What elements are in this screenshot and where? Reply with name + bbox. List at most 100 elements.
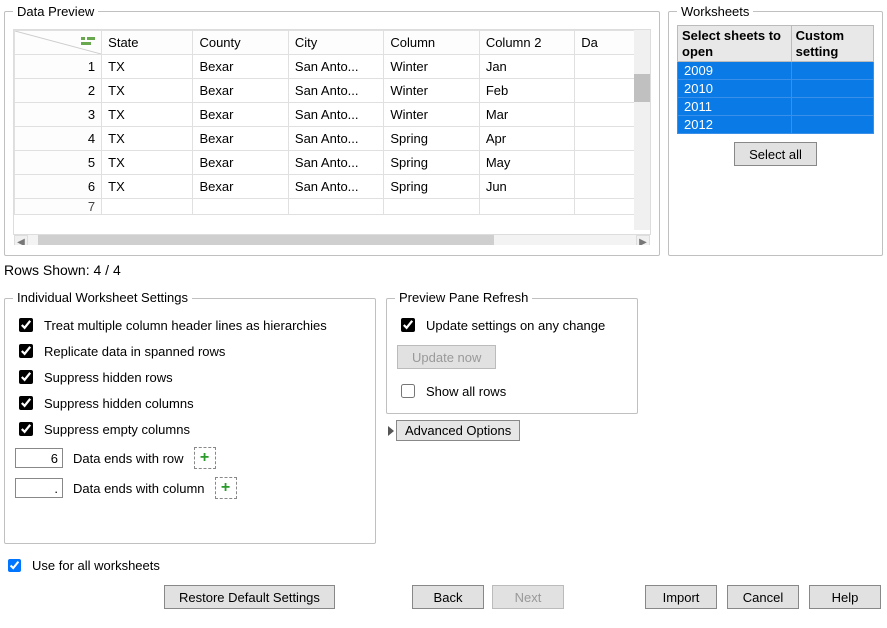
row-number: 1 <box>15 55 102 79</box>
cell[interactable]: TX <box>102 103 193 127</box>
col-header-city[interactable]: City <box>288 31 383 55</box>
table-row[interactable]: 5TXBexarSan Anto...SpringMay <box>15 151 650 175</box>
cell[interactable]: Bexar <box>193 55 288 79</box>
data-ends-col-input[interactable] <box>15 478 63 498</box>
cell[interactable]: Apr <box>479 127 574 151</box>
suppress-hidden-cols-checkbox[interactable] <box>19 396 33 410</box>
cell[interactable]: Spring <box>384 151 479 175</box>
data-ends-row-input[interactable] <box>15 448 63 468</box>
data-preview-group: Data Preview <box>4 4 660 256</box>
scroll-left-icon[interactable]: ◀ <box>14 235 28 245</box>
worksheet-name[interactable]: 2012 <box>678 116 792 134</box>
table-row[interactable]: 4TXBexarSan Anto...SpringApr <box>15 127 650 151</box>
cell[interactable]: Bexar <box>193 127 288 151</box>
suppress-empty-cols-label: Suppress empty columns <box>44 422 190 437</box>
chevron-right-icon <box>388 426 394 436</box>
suppress-hidden-cols-row[interactable]: Suppress hidden columns <box>15 393 365 413</box>
cell[interactable]: Winter <box>384 103 479 127</box>
suppress-hidden-rows-label: Suppress hidden rows <box>44 370 173 385</box>
cell[interactable]: Jan <box>479 55 574 79</box>
cell[interactable]: May <box>479 151 574 175</box>
cell[interactable]: Winter <box>384 79 479 103</box>
worksheet-row[interactable]: 2010 <box>678 80 874 98</box>
suppress-hidden-rows-checkbox[interactable] <box>19 370 33 384</box>
cell[interactable]: TX <box>102 151 193 175</box>
table-row[interactable]: 1TXBexarSan Anto...WinterJan <box>15 55 650 79</box>
cell[interactable]: Bexar <box>193 151 288 175</box>
cell[interactable]: Bexar <box>193 175 288 199</box>
iws-legend: Individual Worksheet Settings <box>13 290 192 305</box>
treat-hierarchies-checkbox[interactable] <box>19 318 33 332</box>
show-all-rows-row[interactable]: Show all rows <box>397 381 627 401</box>
cell[interactable]: San Anto... <box>288 103 383 127</box>
grid-horizontal-scrollbar[interactable]: ◀ ▶ <box>14 235 650 245</box>
advanced-options-toggle[interactable]: Advanced Options <box>386 420 638 441</box>
replicate-spanned-row[interactable]: Replicate data in spanned rows <box>15 341 365 361</box>
plus-icon[interactable]: + <box>194 447 216 469</box>
select-all-button[interactable]: Select all <box>734 142 817 166</box>
col-header-county[interactable]: County <box>193 31 288 55</box>
row-number: 2 <box>15 79 102 103</box>
preview-pane-refresh-group: Preview Pane Refresh Update settings on … <box>386 298 638 414</box>
cell[interactable]: TX <box>102 175 193 199</box>
cell[interactable]: TX <box>102 127 193 151</box>
cell[interactable]: TX <box>102 79 193 103</box>
row-number: 7 <box>15 199 102 215</box>
cell[interactable]: Jun <box>479 175 574 199</box>
cell[interactable]: Feb <box>479 79 574 103</box>
update-on-change-row[interactable]: Update settings on any change <box>397 315 627 335</box>
suppress-empty-cols-row[interactable]: Suppress empty columns <box>15 419 365 439</box>
cell[interactable]: Winter <box>384 55 479 79</box>
table-row[interactable]: 3TXBexarSan Anto...WinterMar <box>15 103 650 127</box>
restore-defaults-button[interactable]: Restore Default Settings <box>164 585 335 609</box>
cell[interactable]: San Anto... <box>288 127 383 151</box>
use-for-all-row[interactable]: Use for all worksheets <box>4 556 883 575</box>
worksheet-row[interactable]: 2011 <box>678 98 874 116</box>
col-header-column2[interactable]: Column 2 <box>479 31 574 55</box>
table-row[interactable]: 7 <box>15 199 650 215</box>
cell[interactable]: Mar <box>479 103 574 127</box>
update-on-change-checkbox[interactable] <box>401 318 415 332</box>
cancel-button[interactable]: Cancel <box>727 585 799 609</box>
grid-vertical-scrollbar[interactable] <box>634 30 650 230</box>
scroll-right-icon[interactable]: ▶ <box>636 235 650 245</box>
cell[interactable]: San Anto... <box>288 151 383 175</box>
back-button[interactable]: Back <box>412 585 484 609</box>
worksheet-custom[interactable] <box>791 98 873 116</box>
col-header-state[interactable]: State <box>102 31 193 55</box>
advanced-options-label[interactable]: Advanced Options <box>396 420 520 441</box>
show-all-rows-checkbox[interactable] <box>401 384 415 398</box>
row-number: 5 <box>15 151 102 175</box>
plus-icon[interactable]: + <box>215 477 237 499</box>
worksheet-row[interactable]: 2009 <box>678 62 874 80</box>
worksheet-name[interactable]: 2009 <box>678 62 792 80</box>
worksheet-custom[interactable] <box>791 116 873 134</box>
suppress-empty-cols-checkbox[interactable] <box>19 422 33 436</box>
worksheet-custom[interactable] <box>791 62 873 80</box>
suppress-hidden-rows-row[interactable]: Suppress hidden rows <box>15 367 365 387</box>
cell[interactable]: Bexar <box>193 79 288 103</box>
data-preview-grid[interactable]: State County City Column Column 2 Da 1TX… <box>13 29 651 235</box>
cell[interactable]: TX <box>102 55 193 79</box>
cell[interactable]: Spring <box>384 127 479 151</box>
replicate-spanned-checkbox[interactable] <box>19 344 33 358</box>
worksheet-name[interactable]: 2010 <box>678 80 792 98</box>
row-number: 3 <box>15 103 102 127</box>
worksheets-col-select: Select sheets to open <box>678 26 792 62</box>
cell[interactable]: Bexar <box>193 103 288 127</box>
import-button[interactable]: Import <box>645 585 717 609</box>
worksheets-table[interactable]: Select sheets to open Custom setting 200… <box>677 25 874 134</box>
cell[interactable]: San Anto... <box>288 79 383 103</box>
table-row[interactable]: 2TXBexarSan Anto...WinterFeb <box>15 79 650 103</box>
col-header-column[interactable]: Column <box>384 31 479 55</box>
table-row[interactable]: 6TXBexarSan Anto...SpringJun <box>15 175 650 199</box>
treat-hierarchies-row[interactable]: Treat multiple column header lines as hi… <box>15 315 365 335</box>
cell[interactable]: Spring <box>384 175 479 199</box>
worksheet-name[interactable]: 2011 <box>678 98 792 116</box>
help-button[interactable]: Help <box>809 585 881 609</box>
cell[interactable]: San Anto... <box>288 55 383 79</box>
worksheet-custom[interactable] <box>791 80 873 98</box>
use-for-all-checkbox[interactable] <box>8 559 21 572</box>
cell[interactable]: San Anto... <box>288 175 383 199</box>
worksheet-row[interactable]: 2012 <box>678 116 874 134</box>
